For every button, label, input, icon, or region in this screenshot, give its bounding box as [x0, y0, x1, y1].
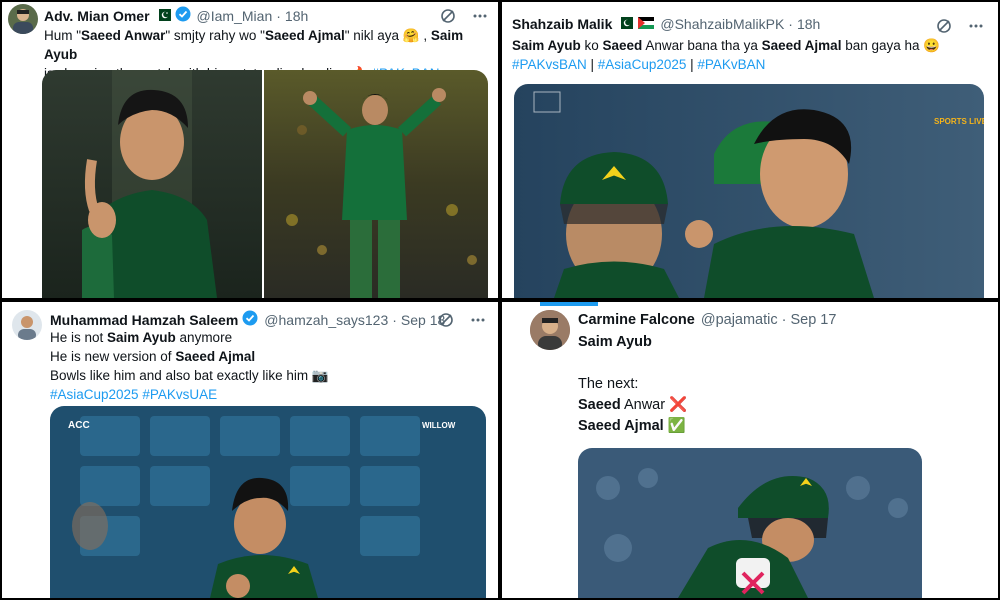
text-bold: Saeed Ajmal [264, 28, 345, 43]
acc-logo: ACC [68, 420, 90, 431]
tweet-time[interactable]: Sep 17 [790, 312, 836, 328]
more-options-icon[interactable] [472, 8, 488, 24]
text-bold: Saeed [578, 397, 621, 413]
author-name[interactable]: Adv. Mian Omer [44, 8, 150, 24]
tweet-text: Saim Ayub ko Saeed Anwar bana tha ya Sae… [512, 36, 982, 74]
tweet-header: Muhammad Hamzah Saleem @hamzah_says123 ·… [50, 310, 445, 329]
video-frame: ACC WILLOW [50, 406, 486, 598]
grok-icon[interactable] [936, 18, 952, 34]
more-options-icon[interactable] [470, 312, 486, 328]
avatar[interactable] [8, 4, 38, 34]
channel-logo: SPORTS LIVE [934, 117, 984, 126]
text-segment: Anwar bana tha ya [642, 38, 762, 53]
separator-dot: · [788, 16, 793, 32]
text-bold: Saim Ayub [512, 38, 581, 53]
pakistan-flag-icon [617, 16, 634, 32]
tweet-text: He is not Saim Ayub anymore He is new ve… [50, 328, 480, 404]
author-handle[interactable]: @ShahzaibMalikPK [660, 16, 784, 32]
text-segment: Bowls like him and also bat exactly like… [50, 368, 329, 383]
tweet-card-1: Adv. Mian Omer @Iam_Mian · 18h Hum "Saee… [2, 2, 498, 298]
hashtag-link[interactable]: #PAKvsBAN [512, 57, 587, 72]
willow-logo: WILLOW [422, 421, 456, 430]
grok-icon[interactable] [440, 8, 456, 24]
text-bold: Saim Ayub [107, 330, 176, 345]
author-handle[interactable]: @Iam_Mian [197, 8, 273, 24]
text-segment: ✅ [663, 418, 686, 434]
tweet-card-2: Shahzaib Malik @ShahzaibMalikPK · 18h Sa… [502, 2, 998, 298]
author-name[interactable]: Shahzaib Malik [512, 16, 612, 32]
hashtag-link[interactable]: #AsiaCup2025 [598, 57, 687, 72]
video-frame: SPORTS LIVE [514, 84, 984, 298]
more-options-icon[interactable] [968, 18, 984, 34]
text-bold: Saeed Ajmal [761, 38, 842, 53]
tweet-actions [440, 8, 488, 24]
tweet-actions [438, 312, 486, 328]
author-name[interactable]: Carmine Falcone [578, 312, 695, 328]
photo [578, 448, 922, 598]
tweet-header: Shahzaib Malik @ShahzaibMalikPK · 18h [512, 16, 820, 32]
tweet-time[interactable]: 18h [285, 8, 308, 24]
verified-badge-icon [242, 310, 258, 329]
tweet-header: Adv. Mian Omer @Iam_Mian · 18h [44, 6, 308, 25]
text-bold: Saeed [602, 38, 643, 53]
tweet-card-3: Muhammad Hamzah Saleem @hamzah_says123 ·… [2, 302, 498, 598]
tweet-text: Saim Ayub The next: Saeed Anwar ❌ Saeed … [578, 332, 978, 437]
text-segment: ko [580, 38, 603, 53]
text-bold: Saeed Ajmal [175, 349, 256, 364]
text-segment: The next: [578, 376, 639, 392]
palestine-flag-icon [638, 16, 655, 32]
pakistan-flag-icon [154, 8, 171, 24]
tweet-time[interactable]: 18h [797, 16, 820, 32]
text-segment: ban gaya ha 😀 [841, 38, 941, 53]
tweet-actions [936, 18, 984, 34]
tweet-card-4: Carmine Falcone @pajamatic · Sep 17 Saim… [502, 302, 998, 598]
hashtag-link[interactable]: #PAKvsUAE [142, 387, 217, 402]
separator-dot: · [276, 7, 281, 24]
author-handle[interactable]: @pajamatic [701, 312, 778, 328]
text-segment: " smjty rahy wo " [165, 28, 265, 43]
top-indicator [540, 302, 598, 306]
avatar[interactable] [12, 310, 42, 340]
text-bold: Saeed Anwar [81, 28, 166, 43]
photo-grid [42, 70, 488, 298]
avatar[interactable] [530, 310, 570, 350]
text-segment: | [586, 57, 598, 72]
author-handle[interactable]: @hamzah_says123 [264, 312, 388, 328]
tweet-media[interactable] [42, 70, 488, 298]
text-segment: He is new version of [50, 349, 176, 364]
separator-dot: · [781, 312, 787, 328]
tweet-header: Carmine Falcone @pajamatic · Sep 17 [578, 312, 836, 328]
author-name[interactable]: Muhammad Hamzah Saleem [50, 312, 238, 328]
text-bold: Saim Ayub [578, 334, 652, 350]
text-segment: He is not [50, 330, 108, 345]
tweet-media[interactable]: SPORTS LIVE [514, 84, 984, 298]
text-segment: Anwar ❌ [620, 397, 688, 413]
text-segment: Hum " [44, 28, 82, 43]
tweet-media[interactable] [578, 448, 922, 598]
text-segment: " nikl aya 🤗 , [344, 28, 431, 43]
tweet-media[interactable]: ACC WILLOW [50, 406, 486, 598]
hashtag-link[interactable]: #PAKvBAN [697, 57, 765, 72]
verified-badge-icon [175, 6, 191, 25]
text-segment: | [686, 57, 698, 72]
text-segment: anymore [175, 330, 233, 345]
text-bold: Saeed Ajmal [578, 418, 664, 434]
separator-dot: · [392, 311, 397, 328]
grok-icon[interactable] [438, 312, 454, 328]
hashtag-link[interactable]: #AsiaCup2025 [50, 387, 139, 402]
